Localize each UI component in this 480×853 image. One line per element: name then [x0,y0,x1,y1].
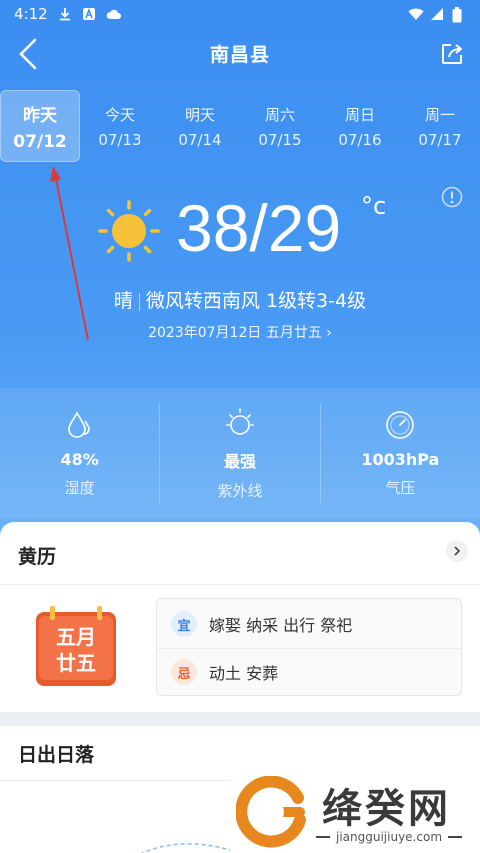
day-name: 今天 [104,105,135,124]
info-icon[interactable] [441,186,463,208]
chevron-left-icon [19,38,37,70]
section-gap [0,712,480,726]
stat-label: 紫外线 [217,481,263,500]
date-line[interactable]: 2023年07月12日 五月廿五 › [0,322,480,342]
stat-humidity: 48% 湿度 [0,403,159,503]
chevron-right-icon: › [326,325,332,341]
page-title: 南昌县 [209,43,270,66]
watermark-url: jiangguijiuye.com [336,830,443,844]
ji-row: 忌 动土 安葬 [171,659,278,685]
top-header: 南昌县 [0,28,480,78]
pressure-icon [386,411,415,439]
watermark-subtitle: jiangguijiuye.com [316,830,463,844]
huangli-more-button[interactable] [446,540,468,562]
yi-badge: 宜 [171,611,197,637]
tab-day-tomorrow[interactable]: 明天 07/14 [160,90,240,162]
ji-badge: 忌 [171,659,197,685]
day-name: 昨天 [23,105,57,126]
tab-day-mon[interactable]: 周一 07/17 [400,90,480,162]
yi-items: 嫁娶 纳采 出行 祭祀 [209,616,353,635]
weather-condition: 晴微风转西南风 1级转3-4级 [0,286,480,313]
stat-pressure: 1003hPa 气压 [319,403,480,503]
tab-day-sun[interactable]: 周日 07/16 [320,90,400,162]
temperature-unit: °c [361,192,387,220]
day-date: 07/15 [258,130,302,149]
share-button[interactable] [434,36,470,72]
chevron-right-icon [454,546,461,556]
day-date: 07/16 [338,130,382,149]
wifi-icon [408,7,424,21]
day-date: 07/13 [98,130,142,149]
stat-value: 1003hPa [361,450,440,469]
wind-text: 微风转西南风 1级转3-4级 [145,290,367,312]
watermark: 绛癸网 jiangguijiuye.com [230,770,480,853]
watermark-logo [236,776,306,848]
stat-uv: 最强 紫外线 [159,403,319,503]
battery-icon [452,7,466,23]
uv-icon [226,407,254,435]
huangli-card[interactable]: 黄历 五月 廿五 宜 嫁娶 纳采 出行 祭祀 忌 动土 安葬 [0,522,480,712]
humidity-icon [67,411,90,438]
day-name: 周日 [344,105,375,124]
day-name: 周一 [424,105,455,124]
calendar-text-day: 廿五 [56,651,96,675]
sun-arc-graphic [140,843,231,853]
day-name: 周六 [264,105,295,124]
stat-value: 最强 [223,451,256,471]
signal-icon [430,7,444,21]
yi-row: 宜 嫁娶 纳采 出行 祭祀 [171,611,352,637]
lunar-date: 2023年07月12日 五月廿五 [148,325,322,341]
calendar-icon: 五月 廿五 [36,606,116,686]
status-time: 4:12 [14,5,48,23]
back-button[interactable] [10,34,46,74]
status-bar: 4:12 [0,0,480,28]
tab-day-sat[interactable]: 周六 07/15 [240,90,320,162]
stat-value: 48% [60,450,99,469]
tab-day-today[interactable]: 今天 07/13 [80,90,160,162]
day-date: 07/17 [418,130,462,149]
share-icon [442,44,462,64]
sun-icon [98,200,160,262]
weather-main: 38/29 °c [0,190,480,280]
card-title: 日出日落 [18,744,95,766]
temperature-range: 38/29 [176,191,342,265]
watermark-title: 绛癸网 [322,786,451,832]
day-date: 07/12 [13,131,67,152]
download-icon [58,7,72,21]
day-tabs: 昨天 07/12 今天 07/13 明天 07/14 周六 07/15 周日 0… [0,90,480,162]
app-a-icon [82,7,96,21]
condition-text: 晴 [113,290,133,312]
yi-ji-box: 宜 嫁娶 纳采 出行 祭祀 忌 动土 安葬 [156,598,462,696]
ji-items: 动土 安葬 [209,664,279,683]
stat-label: 湿度 [64,479,95,497]
stat-label: 气压 [385,479,416,497]
divider [0,584,480,585]
tab-day-yesterday[interactable]: 昨天 07/12 [0,90,80,162]
day-name: 明天 [184,105,215,124]
calendar-text-month: 五月 [56,625,96,649]
cloud-icon [106,7,121,21]
stats-panel: 48% 湿度 最强 紫外线 1003hPa 气压 [0,388,480,518]
day-date: 07/14 [178,130,222,149]
card-title: 黄历 [18,546,57,568]
